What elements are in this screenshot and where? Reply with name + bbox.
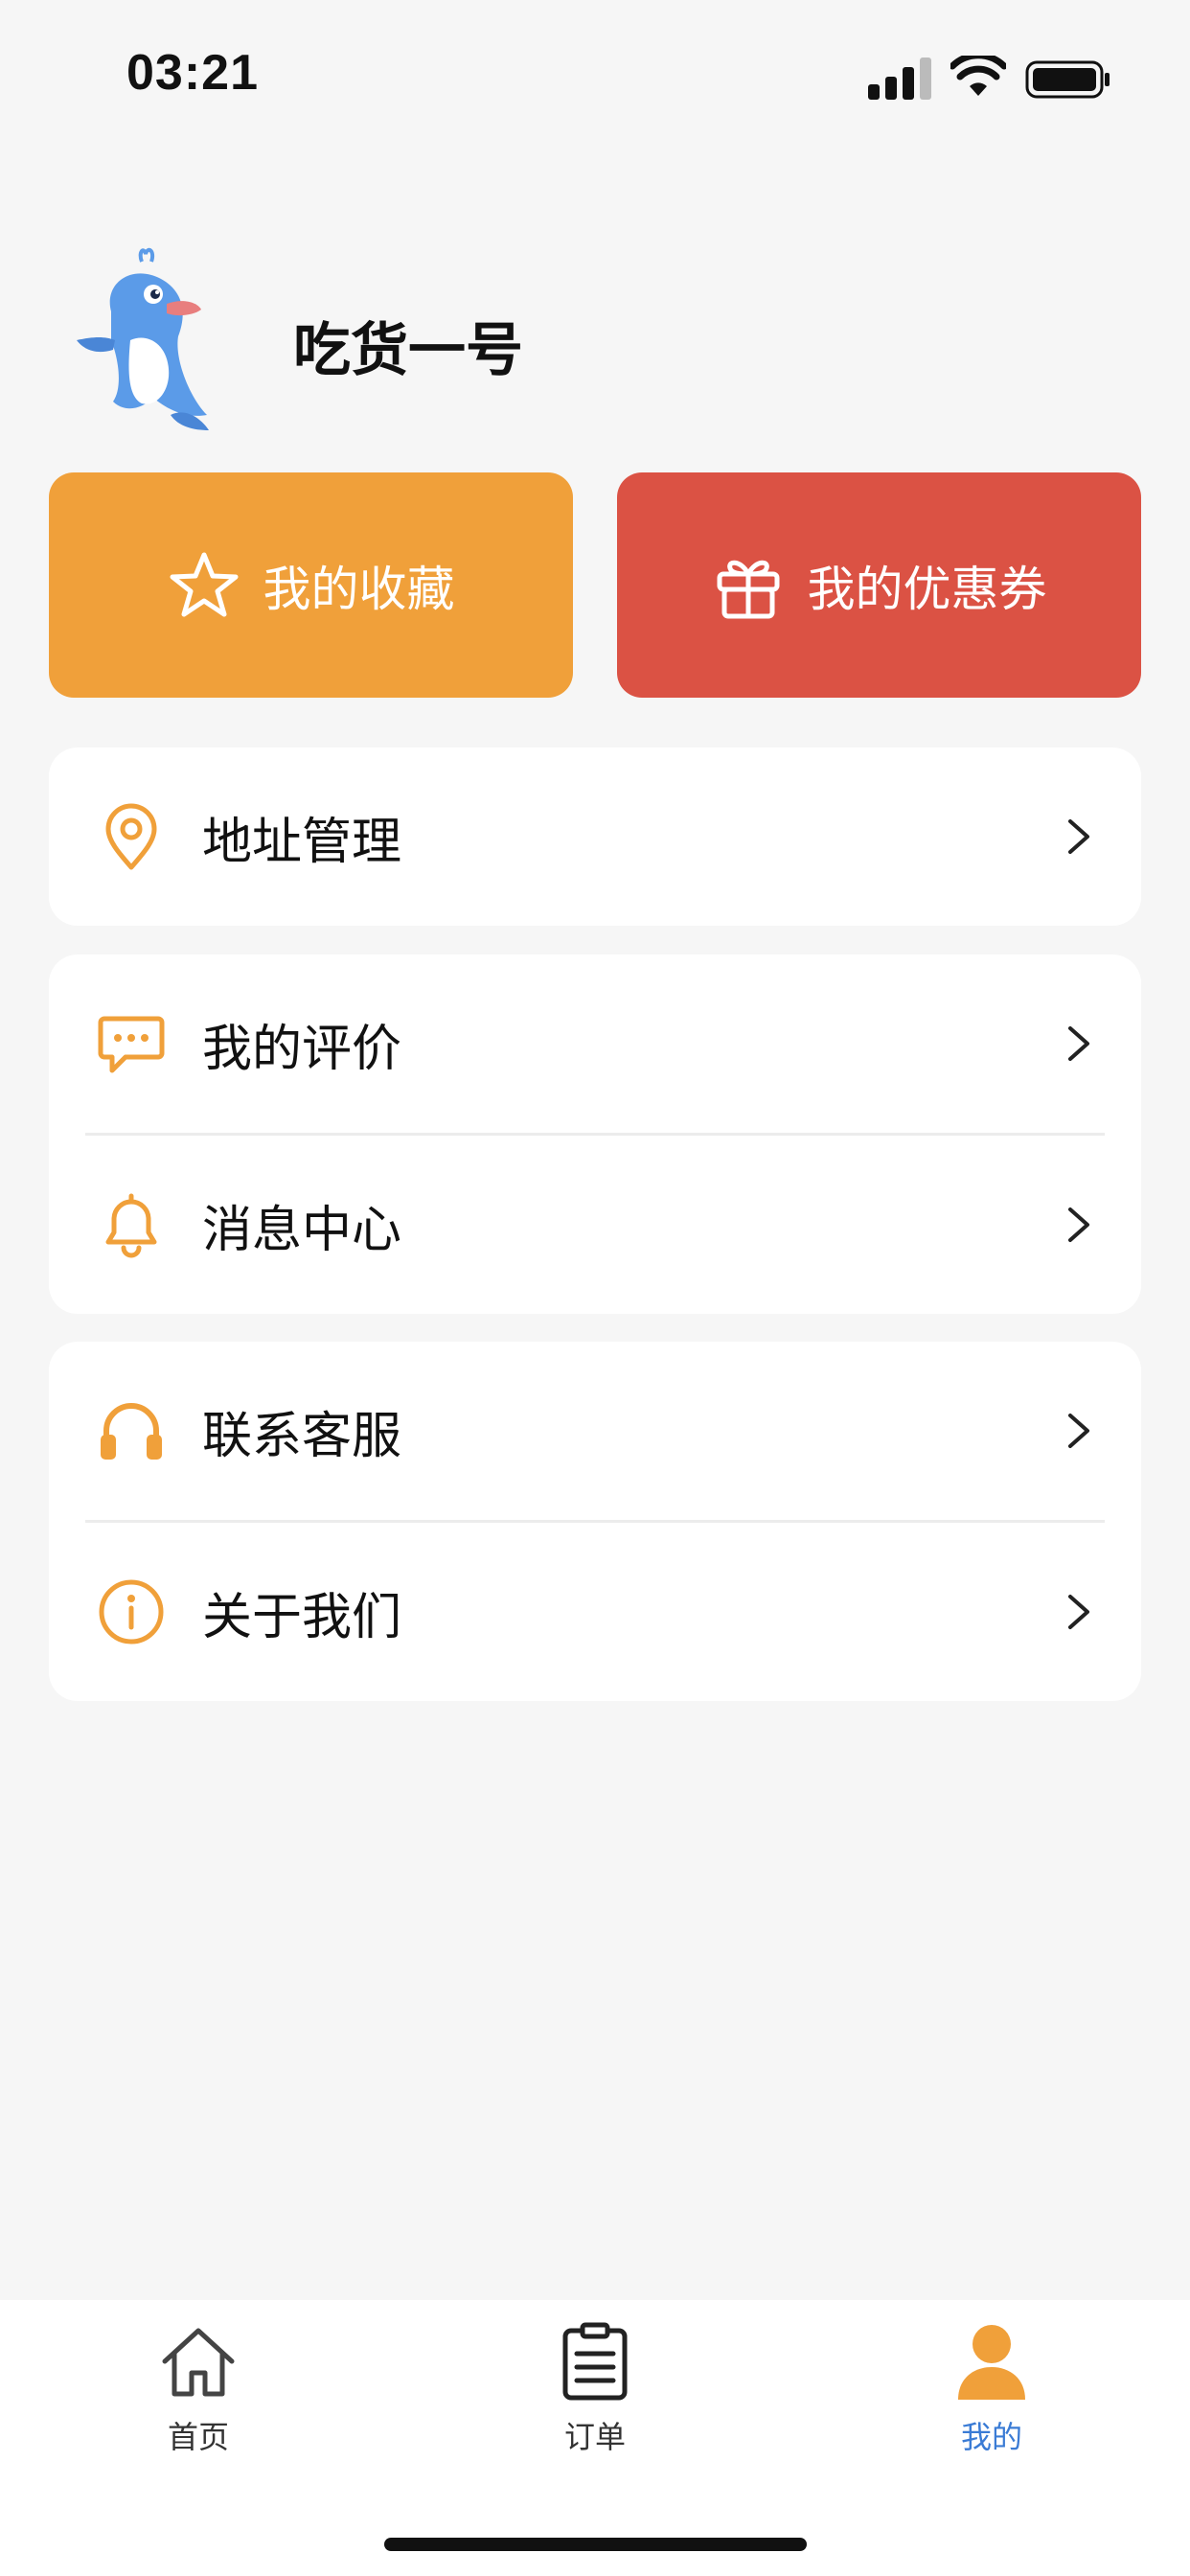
profile-header: 吃货一号 [75,244,1129,436]
menu-label-messages: 消息中心 [202,1201,402,1259]
coupons-label: 我的优惠券 [807,561,1047,617]
activity-card: 我的评价 消息中心 [49,954,1141,1314]
tab-orders[interactable]: 订单 [499,2321,691,2457]
menu-label-reviews: 我的评价 [202,1020,402,1078]
home-indicator [384,2538,807,2551]
tab-label-mine: 我的 [960,2419,1022,2455]
tab-label-home: 首页 [167,2419,229,2455]
menu-item-address[interactable]: 地址管理 [49,748,1141,926]
tab-home[interactable]: 首页 [103,2321,294,2457]
username: 吃货一号 [293,317,523,384]
chevron-right-icon [1068,1208,1089,1242]
menu-label-address: 地址管理 [202,813,402,871]
wifi-icon [950,56,1006,96]
home-icon [162,2328,235,2397]
chevron-right-icon [1068,1026,1089,1061]
tab-bar: 首页 订单 我的 [0,2300,1190,2576]
info-icon [99,1579,164,1644]
headset-icon [101,1403,162,1460]
cellular-signal-icon [868,58,931,100]
tab-mine[interactable]: 我的 [896,2321,1087,2457]
coupons-button[interactable]: 我的优惠券 [617,472,1141,698]
menu-label-about: 关于我们 [202,1588,402,1646]
bell-icon [105,1193,157,1258]
chevron-right-icon [1068,819,1089,854]
status-time: 03:21 [126,45,259,101]
menu-item-reviews[interactable]: 我的评价 [49,954,1141,1133]
gift-icon [717,560,779,618]
status-bar: 03:21 [0,0,1190,144]
tab-label-orders: 订单 [563,2419,626,2455]
user-icon [958,2325,1025,2400]
favorites-button[interactable]: 我的收藏 [49,472,573,698]
favorites-label: 我的收藏 [263,561,455,617]
menu-label-support: 联系客服 [202,1407,402,1465]
profile-screen: 03:21 吃货一号 我的收藏 我的优惠券 地址管理 我的评价 消息中心 联系客… [0,0,1190,2576]
menu-item-messages[interactable]: 消息中心 [49,1136,1141,1314]
chevron-right-icon [1068,1414,1089,1448]
star-icon [170,552,238,616]
location-pin-icon [105,803,157,870]
address-card: 地址管理 [49,748,1141,926]
chevron-right-icon [1068,1595,1089,1629]
dolphin-avatar-icon[interactable] [75,244,215,432]
menu-item-about[interactable]: 关于我们 [49,1523,1141,1701]
help-card: 联系客服 关于我们 [49,1342,1141,1701]
battery-icon [1025,60,1110,99]
clipboard-icon [562,2322,628,2401]
menu-item-support[interactable]: 联系客服 [49,1342,1141,1520]
chat-bubble-icon [98,1016,165,1073]
